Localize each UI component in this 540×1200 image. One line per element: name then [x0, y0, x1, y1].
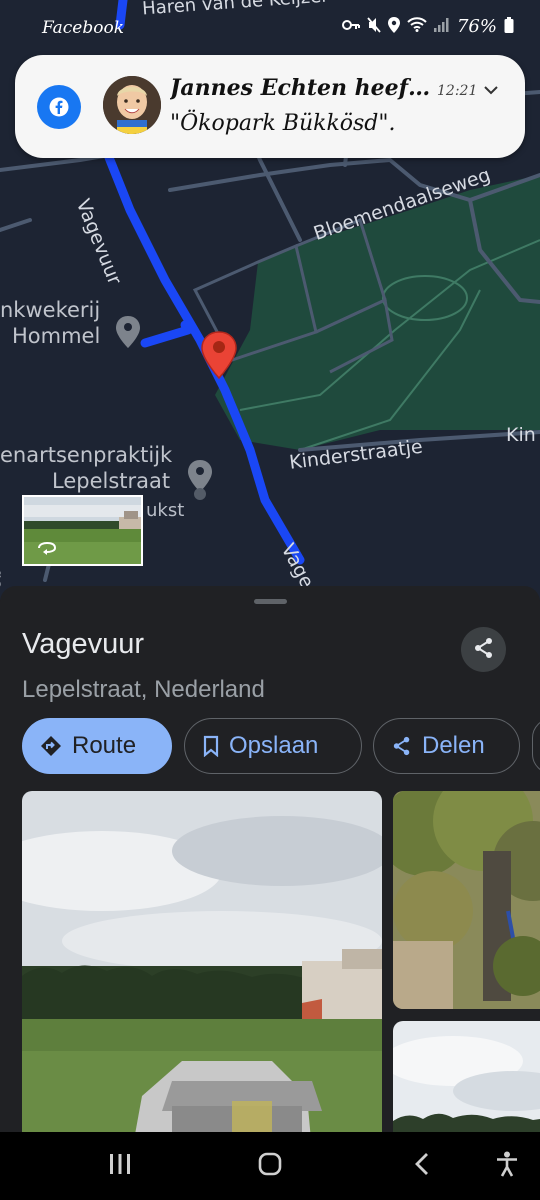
share-button[interactable] [461, 627, 506, 672]
place-bottom-sheet[interactable]: Vagevuur Lepelstraat, Nederland Route Op… [0, 586, 540, 1151]
street-label-kinderstraatje-right: Kin [506, 424, 536, 446]
place-title: Vagevuur [22, 628, 144, 660]
poi-label-praktijk[interactable]: enartsenpraktijk Lepelstraat [0, 442, 172, 494]
poi-label-kwekerij[interactable]: nkwekerij Hommel [0, 297, 100, 349]
route-button[interactable]: Route [22, 718, 172, 774]
notification-title: Jannes Echten heef… [170, 75, 431, 101]
notification-time: 12:21 [437, 83, 478, 99]
battery-icon [504, 16, 514, 37]
share-chip-button[interactable]: Delen [373, 718, 520, 774]
bookmark-icon [203, 735, 219, 757]
more-actions-chip[interactable] [532, 718, 540, 774]
save-button[interactable]: Opslaan [184, 718, 362, 774]
directions-icon [40, 735, 62, 757]
mute-icon [367, 16, 381, 37]
location-icon [387, 16, 400, 37]
route-label: Route [72, 732, 137, 759]
accessibility-icon [495, 1151, 519, 1181]
poi-label-line: Hommel [12, 324, 101, 348]
poi-marker [188, 460, 212, 492]
accessibility-button[interactable] [487, 1150, 527, 1182]
phone-screen: Haren van de Keijzer Vagevuur Bloemendaa… [0, 0, 540, 1200]
drag-handle[interactable] [254, 599, 287, 604]
system-navigation-bar [0, 1132, 540, 1200]
place-photo[interactable] [393, 791, 540, 1009]
street-view-thumbnail[interactable] [22, 495, 143, 566]
facebook-notification[interactable]: Jannes Echten heef… 12:21 "Ökopark Bükkö… [15, 55, 525, 158]
place-photo[interactable] [22, 791, 382, 1151]
recent-apps-icon [108, 1153, 132, 1179]
place-subtitle: Lepelstraat, Nederland [22, 676, 265, 703]
save-label: Opslaan [229, 732, 319, 759]
home-icon [258, 1152, 282, 1180]
signal-icon [433, 17, 450, 36]
share-icon [473, 637, 495, 663]
poi-marker [116, 316, 140, 348]
poi-label-line: nkwekerij [0, 298, 101, 322]
sender-avatar [103, 76, 161, 134]
recent-apps-button[interactable] [100, 1150, 140, 1182]
status-icons: 76% [341, 16, 514, 37]
back-icon [414, 1152, 430, 1180]
wifi-icon [407, 17, 427, 36]
notification-body: "Ökopark Bükkösd". [170, 111, 396, 136]
battery-percent: 76% [456, 16, 497, 37]
street-label-left-edge: ge [0, 568, 6, 590]
poi-label-line: enartsenpraktijk [0, 443, 173, 467]
share-label: Delen [422, 732, 485, 759]
chevron-down-icon[interactable] [483, 81, 499, 100]
poi-label-partial: ukst [146, 500, 185, 521]
poi-label-line: Lepelstraat [52, 469, 171, 493]
back-button[interactable] [402, 1150, 442, 1182]
status-app-name: Facebook [42, 18, 125, 38]
key-icon [341, 17, 360, 36]
share-icon [392, 736, 412, 756]
facebook-icon [37, 85, 81, 129]
status-bar: Facebook 76% [0, 0, 540, 56]
home-button[interactable] [250, 1150, 290, 1182]
